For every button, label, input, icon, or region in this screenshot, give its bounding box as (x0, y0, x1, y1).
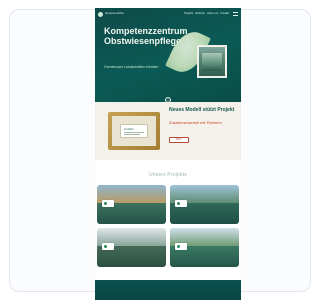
feature-subtitle: Zusammenarbeit mit Partnern (169, 120, 222, 125)
hero-subtitle: Gemeinsam Landschaften erhalten (104, 65, 159, 69)
certificate-mat: Zertifikat (112, 116, 156, 146)
top-nav: Gruenes Erbe Projekte Methode Ueber uns … (95, 8, 241, 22)
website-preview: Gruenes Erbe Projekte Methode Ueber uns … (95, 8, 241, 300)
certificate-line (124, 134, 140, 135)
logo-text[interactable]: Gruenes Erbe (105, 11, 124, 15)
hero-title: Kompetenzzentrum Obstwiesenpflege (104, 26, 188, 46)
nav-links: Projekte Methode Ueber uns Kontakt (184, 12, 229, 15)
tile-badge-icon (102, 200, 114, 207)
feature-more-button[interactable]: Mehr (169, 137, 189, 143)
gallery-tile[interactable] (97, 185, 166, 224)
footer-band (95, 280, 241, 300)
gallery-tile[interactable] (170, 185, 239, 224)
gallery-section: Unsere Projekte (95, 160, 241, 280)
certificate-line (124, 132, 144, 133)
menu-icon[interactable] (233, 12, 238, 16)
certificate-document: Zertifikat (120, 124, 148, 138)
gallery-heading: Unsere Projekte (148, 172, 188, 178)
feature-title: Neues Modell stützt Projekt (169, 107, 235, 113)
hero-section: Gruenes Erbe Projekte Methode Ueber uns … (95, 8, 241, 103)
tile-badge-icon (175, 200, 187, 207)
tile-badge-icon (102, 243, 114, 250)
logo-icon[interactable] (98, 12, 103, 17)
feature-section: Zertifikat Neues Modell stützt Projekt Z… (95, 102, 241, 160)
gallery-tile[interactable] (97, 228, 166, 267)
nav-link-methode[interactable]: Methode (195, 12, 205, 15)
certificate-frame: Zertifikat (108, 112, 160, 150)
nav-link-kontakt[interactable]: Kontakt (221, 12, 229, 15)
nav-link-projekte[interactable]: Projekte (184, 12, 193, 15)
nav-link-ueber-uns[interactable]: Ueber uns (207, 12, 219, 15)
gallery-tile[interactable] (170, 228, 239, 267)
hero-photo (197, 45, 227, 78)
hero-photo-image (202, 53, 222, 71)
tile-badge-icon (175, 243, 187, 250)
certificate-title: Zertifikat (124, 128, 134, 131)
